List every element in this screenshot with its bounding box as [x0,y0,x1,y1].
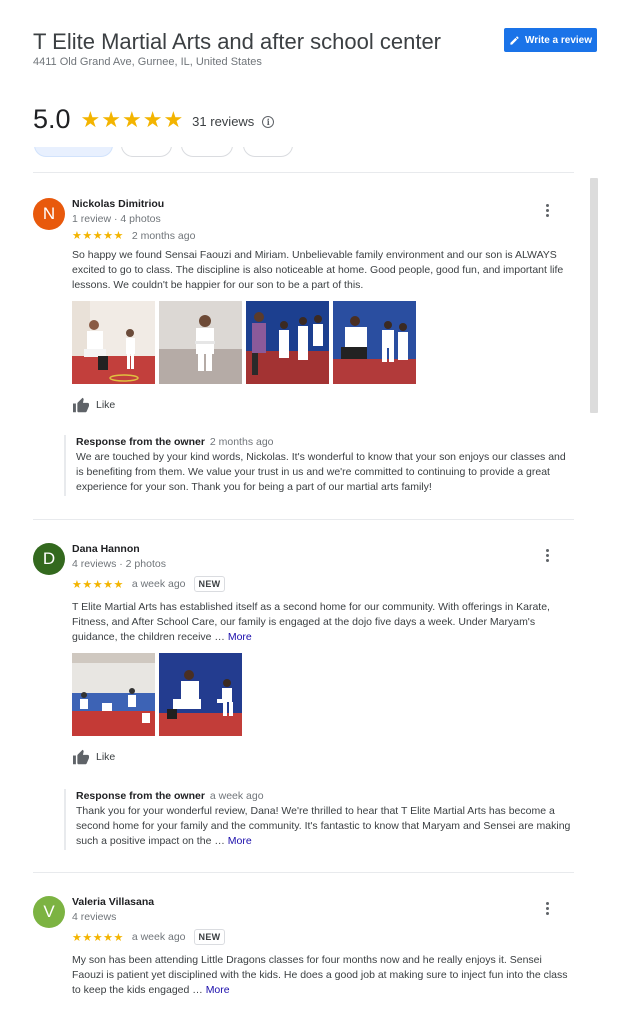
business-address: 4411 Old Grand Ave, Gurnee, IL, United S… [33,56,262,68]
like-label: Like [96,399,116,411]
reviewer-info: Nickolas Dimitriou 1 review · 4 photos [72,198,164,226]
chip-most-relevant[interactable] [34,147,113,157]
review-photos [72,653,242,736]
avatar[interactable]: N [33,198,65,230]
response-text: We are touched by your kind words, Nicko… [76,451,566,494]
review-stars: ★★★★★ [72,931,124,944]
write-review-button[interactable]: Write a review [504,28,597,52]
more-options-icon[interactable] [539,900,555,916]
reviews-count[interactable]: 31 reviews [192,114,254,129]
response-date: 2 months ago [209,436,274,448]
review-date: a week ago [131,931,186,943]
review-photo[interactable] [159,301,242,384]
more-link[interactable]: More [228,631,252,643]
response-date: a week ago [209,790,264,802]
more-link[interactable]: More [228,835,252,847]
review-photo[interactable] [333,301,416,384]
review-rating-line: ★★★★★ a week ago NEW [72,929,226,945]
avatar[interactable]: D [33,543,65,575]
average-rating: 5.0 [33,104,71,134]
review-text-body: My son has been attending Little Dragons… [72,954,568,997]
thumbs-up-icon [73,397,89,413]
review-photo[interactable] [72,301,155,384]
new-badge: NEW [193,576,226,592]
owner-response: Response from the owner a week ago Thank… [64,789,572,850]
avatar[interactable]: V [33,896,65,928]
owner-response: Response from the owner 2 months ago We … [64,435,572,496]
more-options-icon[interactable] [539,547,555,563]
divider [33,172,574,173]
like-button[interactable]: Like [72,749,115,765]
chip-highest[interactable] [181,147,233,157]
write-review-label: Write a review [524,34,593,46]
rating-summary: 5.0 ★★★★★ 31 reviews i [33,104,275,135]
review-text: My son has been attending Little Dragons… [72,953,574,999]
response-owner-label: Response from the owner [76,436,205,448]
more-link[interactable]: More [206,984,230,996]
chip-newest[interactable] [121,147,172,157]
thumbs-up-icon [73,749,89,765]
review-text: So happy we found Sensai Faouzi and Miri… [72,249,564,292]
review-photos [72,301,416,384]
reviewer-name[interactable]: Dana Hannon [72,543,166,556]
reviewer-name[interactable]: Nickolas Dimitriou [72,198,164,211]
scrollbar[interactable] [590,178,598,413]
business-name: T Elite Martial Arts and after school ce… [33,29,441,54]
reviewer-meta: 4 reviews [72,911,117,923]
review-photo[interactable] [246,301,329,384]
review-photo[interactable] [159,653,242,736]
new-badge: NEW [193,929,226,945]
info-icon[interactable]: i [262,115,275,128]
sort-chips [34,147,304,157]
reviewer-info: Valeria Villasana 4 reviews [72,896,154,924]
rating-stars: ★★★★★ [80,106,185,132]
chip-lowest[interactable] [243,147,293,157]
review-text-body: T Elite Martial Arts has established its… [72,601,550,644]
reviewer-info: Dana Hannon 4 reviews · 2 photos [72,543,166,571]
reviewer-meta: 4 reviews · 2 photos [72,558,166,570]
response-owner-label: Response from the owner [76,790,205,802]
like-label: Like [96,751,116,763]
review-rating-line: ★★★★★ a week ago NEW [72,576,226,592]
response-text: Thank you for your wonderful review, Dan… [76,804,572,850]
divider [33,519,574,520]
review-text: T Elite Martial Arts has established its… [72,600,574,646]
divider [33,872,574,873]
reviewer-meta: 1 review · 4 photos [72,213,161,225]
review-date: a week ago [131,578,186,590]
more-options-icon[interactable] [539,202,555,218]
review-date: 2 months ago [131,229,196,242]
like-button[interactable]: Like [72,397,115,413]
response-text-body: Thank you for your wonderful review, Dan… [76,805,571,848]
review-rating-line: ★★★★★ 2 months ago [72,229,196,243]
business-header: T Elite Martial Arts and after school ce… [33,28,453,68]
review-photo[interactable] [72,653,155,736]
review-stars: ★★★★★ [72,230,124,242]
reviewer-name[interactable]: Valeria Villasana [72,896,154,909]
review-stars: ★★★★★ [72,578,124,591]
pencil-icon [510,35,519,45]
